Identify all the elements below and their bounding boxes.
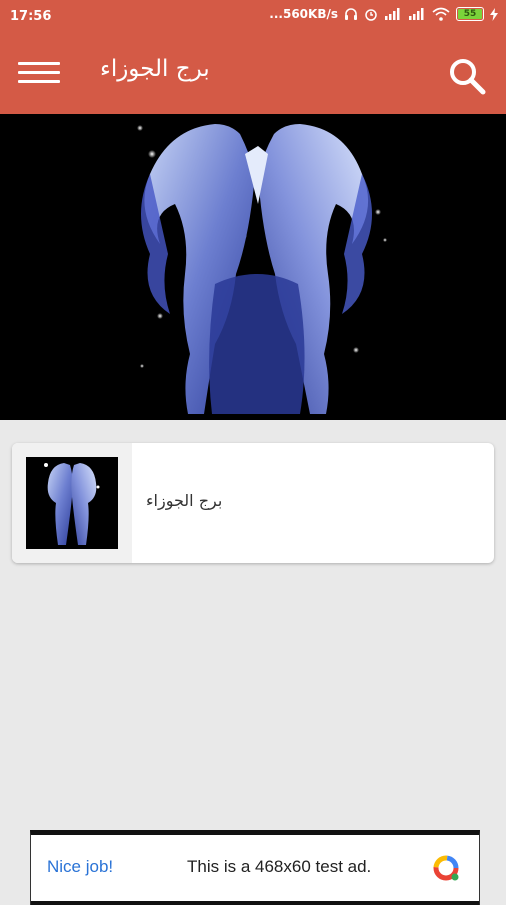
ad-main-text: This is a 468x60 test ad. <box>187 857 372 876</box>
list-item-title: برج الجوزاء <box>146 491 223 510</box>
gemini-hero-image <box>0 114 506 420</box>
headphones-icon <box>345 8 357 20</box>
gemini-thumbnail-image <box>44 463 100 545</box>
signal-icon-2 <box>409 8 424 20</box>
search-icon <box>450 59 486 95</box>
ad-logo-icon <box>433 855 459 881</box>
search-button[interactable] <box>445 54 489 98</box>
signal-icon <box>385 8 400 20</box>
wifi-icon <box>432 7 450 21</box>
status-bar: 17:56 ...560KB/s 55 <box>0 0 506 34</box>
gemini-illustration <box>137 124 387 414</box>
network-speed: ...560KB/s <box>269 7 338 21</box>
menu-button[interactable] <box>18 56 60 90</box>
alarm-icon <box>365 9 377 21</box>
charging-icon <box>490 7 498 21</box>
list-item[interactable]: برج الجوزاء <box>12 443 494 563</box>
ad-nice-job-text: Nice job! <box>47 857 114 876</box>
list-item-thumbnail-frame <box>12 443 132 563</box>
ad-bottom-border <box>31 901 479 905</box>
status-icons: ...560KB/s 55 <box>269 7 498 21</box>
battery-icon: 55 <box>456 7 484 21</box>
page-title: برج الجوزاء <box>100 56 210 82</box>
ad-banner[interactable]: Nice job! This is a 468x60 test ad. <box>30 830 480 905</box>
status-time: 17:56 <box>10 9 52 24</box>
list-item-thumbnail <box>26 457 118 549</box>
hamburger-menu-icon <box>18 62 60 65</box>
app-bar: برج الجوزاء <box>0 34 506 114</box>
